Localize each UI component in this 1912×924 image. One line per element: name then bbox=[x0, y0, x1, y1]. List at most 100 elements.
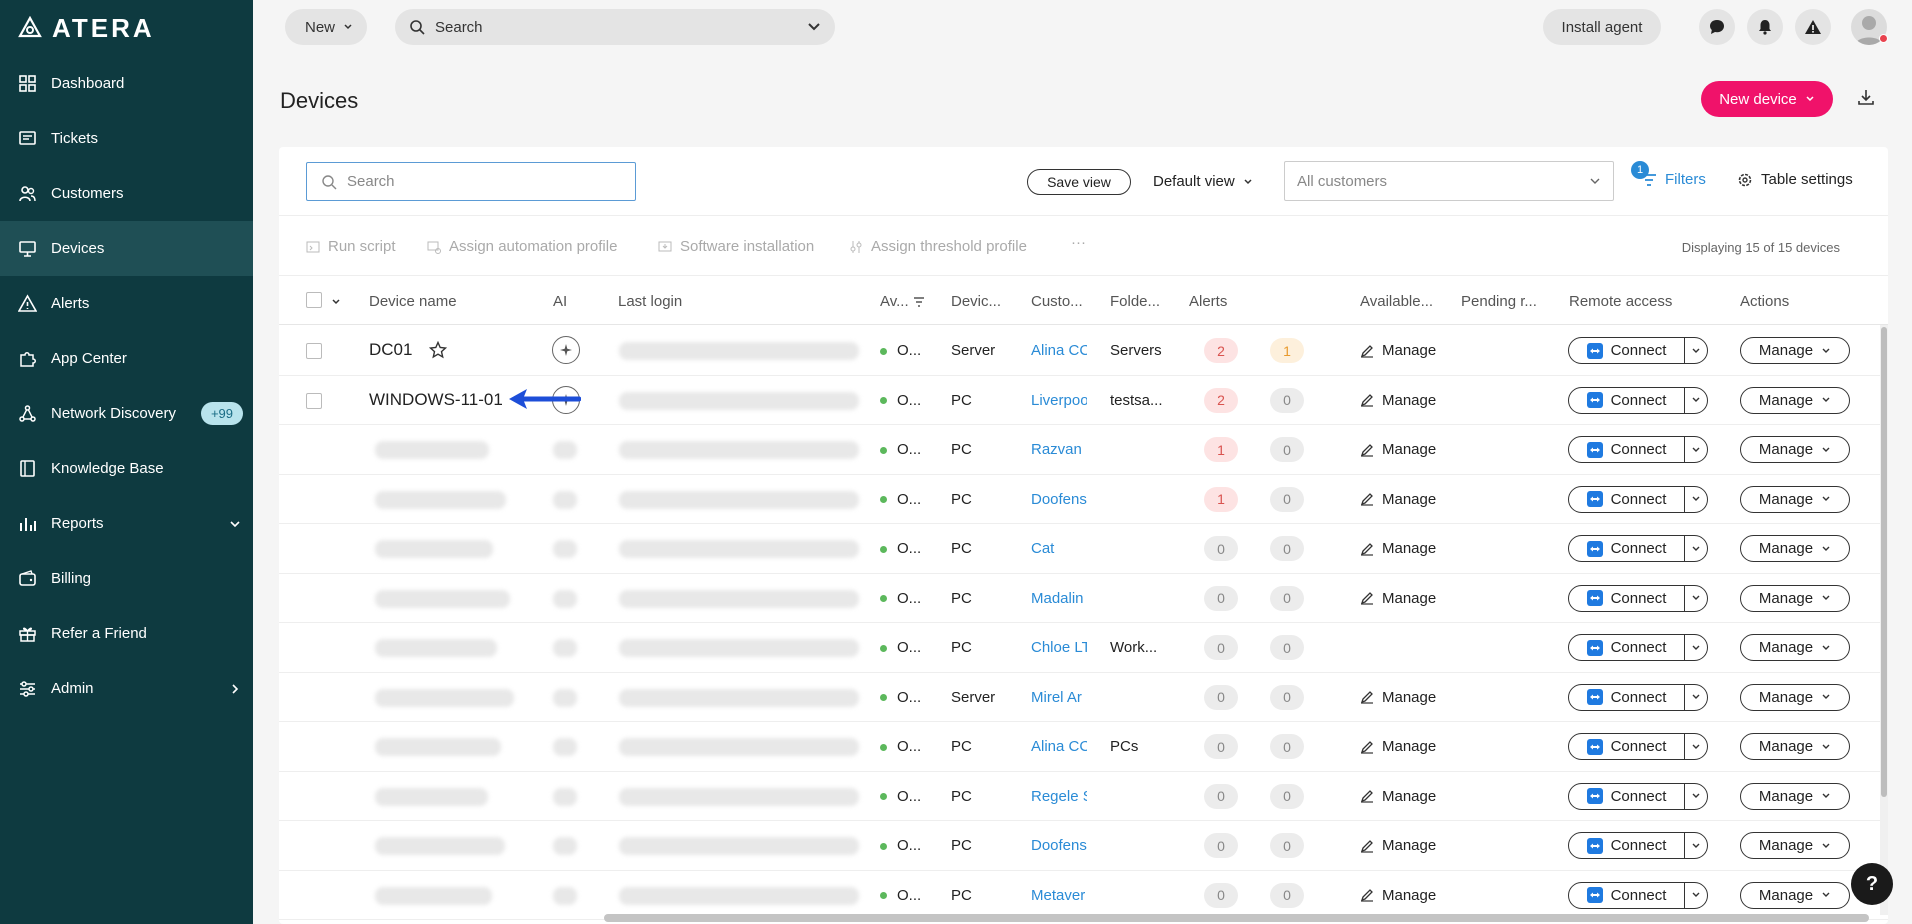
filters-button[interactable]: Filters bbox=[1641, 171, 1706, 188]
horizontal-scrollbar[interactable] bbox=[604, 914, 1869, 922]
sidebar-item-reports[interactable]: Reports bbox=[0, 496, 253, 551]
col-device-name[interactable]: Device name bbox=[369, 293, 457, 310]
alerts-secondary-badge[interactable]: 0 bbox=[1270, 833, 1304, 858]
connect-dropdown[interactable] bbox=[1685, 544, 1707, 554]
customer-link[interactable]: Metaver bbox=[1031, 887, 1087, 904]
connect-main[interactable]: Connect bbox=[1569, 734, 1685, 759]
patches-manage-link[interactable]: Manage bbox=[1360, 689, 1436, 706]
alerts-count-badge[interactable]: 0 bbox=[1204, 783, 1238, 809]
alerts-count-badge[interactable]: 0 bbox=[1204, 684, 1238, 710]
manage-button[interactable]: Manage bbox=[1740, 881, 1850, 909]
device-search-input[interactable]: Search bbox=[306, 162, 636, 201]
alerts-secondary-badge[interactable]: 1 bbox=[1270, 338, 1304, 363]
table-row[interactable]: O... PC Metaver 0 0 Manage Connect Manage bbox=[279, 871, 1888, 920]
connect-main[interactable]: Connect bbox=[1569, 437, 1685, 462]
connect-button[interactable]: Connect bbox=[1568, 832, 1708, 859]
install-agent-button[interactable]: Install agent bbox=[1543, 9, 1661, 45]
global-search[interactable]: Search bbox=[395, 9, 835, 45]
alerts-secondary-badge[interactable]: 0 bbox=[1270, 783, 1304, 809]
patches-manage-link[interactable]: Manage bbox=[1360, 342, 1436, 359]
alerts-secondary-badge[interactable]: 0 bbox=[1270, 585, 1304, 611]
connect-button[interactable]: Connect bbox=[1568, 634, 1708, 661]
patches-manage-link[interactable]: Manage bbox=[1360, 441, 1436, 458]
connect-dropdown[interactable] bbox=[1685, 643, 1707, 653]
col-folder[interactable]: Folde... bbox=[1110, 293, 1160, 310]
customer-link[interactable]: Alina CC bbox=[1031, 342, 1087, 359]
customers-select[interactable]: All customers bbox=[1284, 161, 1614, 201]
star-icon[interactable] bbox=[429, 341, 447, 359]
alerts-count-badge[interactable]: 0 bbox=[1204, 833, 1238, 858]
alerts-secondary-badge[interactable]: 0 bbox=[1270, 536, 1304, 561]
col-last-login[interactable]: Last login bbox=[618, 293, 682, 310]
save-view-button[interactable]: Save view bbox=[1027, 169, 1131, 195]
alerts-secondary-badge[interactable]: 0 bbox=[1270, 734, 1304, 759]
connect-main[interactable]: Connect bbox=[1569, 635, 1685, 660]
connect-main[interactable]: Connect bbox=[1569, 338, 1685, 363]
run-script-button[interactable]: Run script bbox=[306, 238, 396, 255]
sidebar-item-alerts[interactable]: Alerts bbox=[0, 276, 253, 331]
connect-main[interactable]: Connect bbox=[1569, 882, 1685, 908]
patches-manage-link[interactable]: Manage bbox=[1360, 738, 1436, 755]
customer-link[interactable]: Regele S bbox=[1031, 788, 1087, 805]
connect-dropdown[interactable] bbox=[1685, 791, 1707, 801]
connect-main[interactable]: Connect bbox=[1569, 783, 1685, 809]
sidebar-item-dashboard[interactable]: Dashboard bbox=[0, 56, 253, 111]
customer-link[interactable]: Madalin bbox=[1031, 590, 1087, 607]
download-icon[interactable] bbox=[1856, 87, 1876, 112]
sidebar-item-billing[interactable]: Billing bbox=[0, 551, 253, 606]
connect-button[interactable]: Connect bbox=[1568, 782, 1708, 810]
sidebar-item-devices[interactable]: Devices bbox=[0, 221, 253, 276]
customer-link[interactable]: Doofens bbox=[1031, 491, 1087, 508]
patches-manage-link[interactable]: Manage bbox=[1360, 788, 1436, 805]
filter-icon[interactable] bbox=[913, 297, 925, 307]
col-ai[interactable]: AI bbox=[553, 293, 567, 310]
alerts-count-badge[interactable]: 0 bbox=[1204, 882, 1238, 908]
customer-link[interactable]: Mirel Ar bbox=[1031, 689, 1087, 706]
manage-button[interactable]: Manage bbox=[1740, 337, 1850, 364]
manage-button[interactable]: Manage bbox=[1740, 436, 1850, 463]
device-name[interactable]: DC01 bbox=[369, 340, 412, 360]
connect-button[interactable]: Connect bbox=[1568, 337, 1708, 364]
sidebar-item-network-discovery[interactable]: Network Discovery +99 bbox=[0, 386, 253, 441]
connect-main[interactable]: Connect bbox=[1569, 833, 1685, 858]
atera-logo[interactable]: ATERA bbox=[0, 0, 253, 56]
manage-button[interactable]: Manage bbox=[1740, 832, 1850, 859]
customer-link[interactable]: Liverpoo bbox=[1031, 392, 1087, 409]
alerts-secondary-badge[interactable]: 0 bbox=[1270, 635, 1304, 660]
connect-dropdown[interactable] bbox=[1685, 445, 1707, 455]
table-row[interactable]: O... PC Cat 0 0 Manage Connect Manage bbox=[279, 524, 1888, 574]
chevron-down-icon[interactable] bbox=[331, 297, 341, 307]
table-row[interactable]: O... Server Mirel Ar 0 0 Manage Connect Manage bbox=[279, 673, 1888, 722]
connect-main[interactable]: Connect bbox=[1569, 684, 1685, 710]
patches-manage-link[interactable]: Manage bbox=[1360, 540, 1436, 557]
alerts-secondary-badge[interactable]: 0 bbox=[1270, 486, 1304, 512]
select-all-checkbox[interactable] bbox=[306, 292, 322, 308]
more-actions-icon[interactable]: ··· bbox=[1071, 234, 1086, 251]
row-checkbox[interactable] bbox=[306, 392, 322, 409]
connect-dropdown[interactable] bbox=[1685, 494, 1707, 504]
alerts-count-badge[interactable]: 1 bbox=[1204, 437, 1238, 462]
sidebar-item-refer-a-friend[interactable]: Refer a Friend bbox=[0, 606, 253, 661]
manage-button[interactable]: Manage bbox=[1740, 535, 1850, 562]
connect-button[interactable]: Connect bbox=[1568, 485, 1708, 513]
patches-manage-link[interactable]: Manage bbox=[1360, 887, 1436, 904]
manage-button[interactable]: Manage bbox=[1740, 733, 1850, 760]
customer-link[interactable]: Cat bbox=[1031, 540, 1087, 557]
connect-dropdown[interactable] bbox=[1685, 841, 1707, 851]
connect-button[interactable]: Connect bbox=[1568, 881, 1708, 909]
table-row[interactable]: O... PC Chloe LT Work... 0 0 Connect Manage bbox=[279, 623, 1888, 673]
connect-button[interactable]: Connect bbox=[1568, 733, 1708, 760]
alerts-count-badge[interactable]: 0 bbox=[1204, 734, 1238, 759]
manage-button[interactable]: Manage bbox=[1740, 683, 1850, 711]
alerts-count-badge[interactable]: 0 bbox=[1204, 635, 1238, 660]
alerts-count-badge[interactable]: 1 bbox=[1204, 486, 1238, 512]
customer-link[interactable]: Chloe LT bbox=[1031, 639, 1087, 656]
ai-sparkle-icon[interactable] bbox=[552, 336, 580, 364]
patches-manage-link[interactable]: Manage bbox=[1360, 590, 1436, 607]
table-row[interactable]: O... PC Doofens 1 0 Manage Connect Manage bbox=[279, 475, 1888, 524]
table-row[interactable]: O... PC Doofens 0 0 Manage Connect Manage bbox=[279, 821, 1888, 871]
connect-main[interactable]: Connect bbox=[1569, 585, 1685, 611]
connect-dropdown[interactable] bbox=[1685, 692, 1707, 702]
connect-dropdown[interactable] bbox=[1685, 742, 1707, 752]
sidebar-item-admin[interactable]: Admin bbox=[0, 661, 253, 716]
